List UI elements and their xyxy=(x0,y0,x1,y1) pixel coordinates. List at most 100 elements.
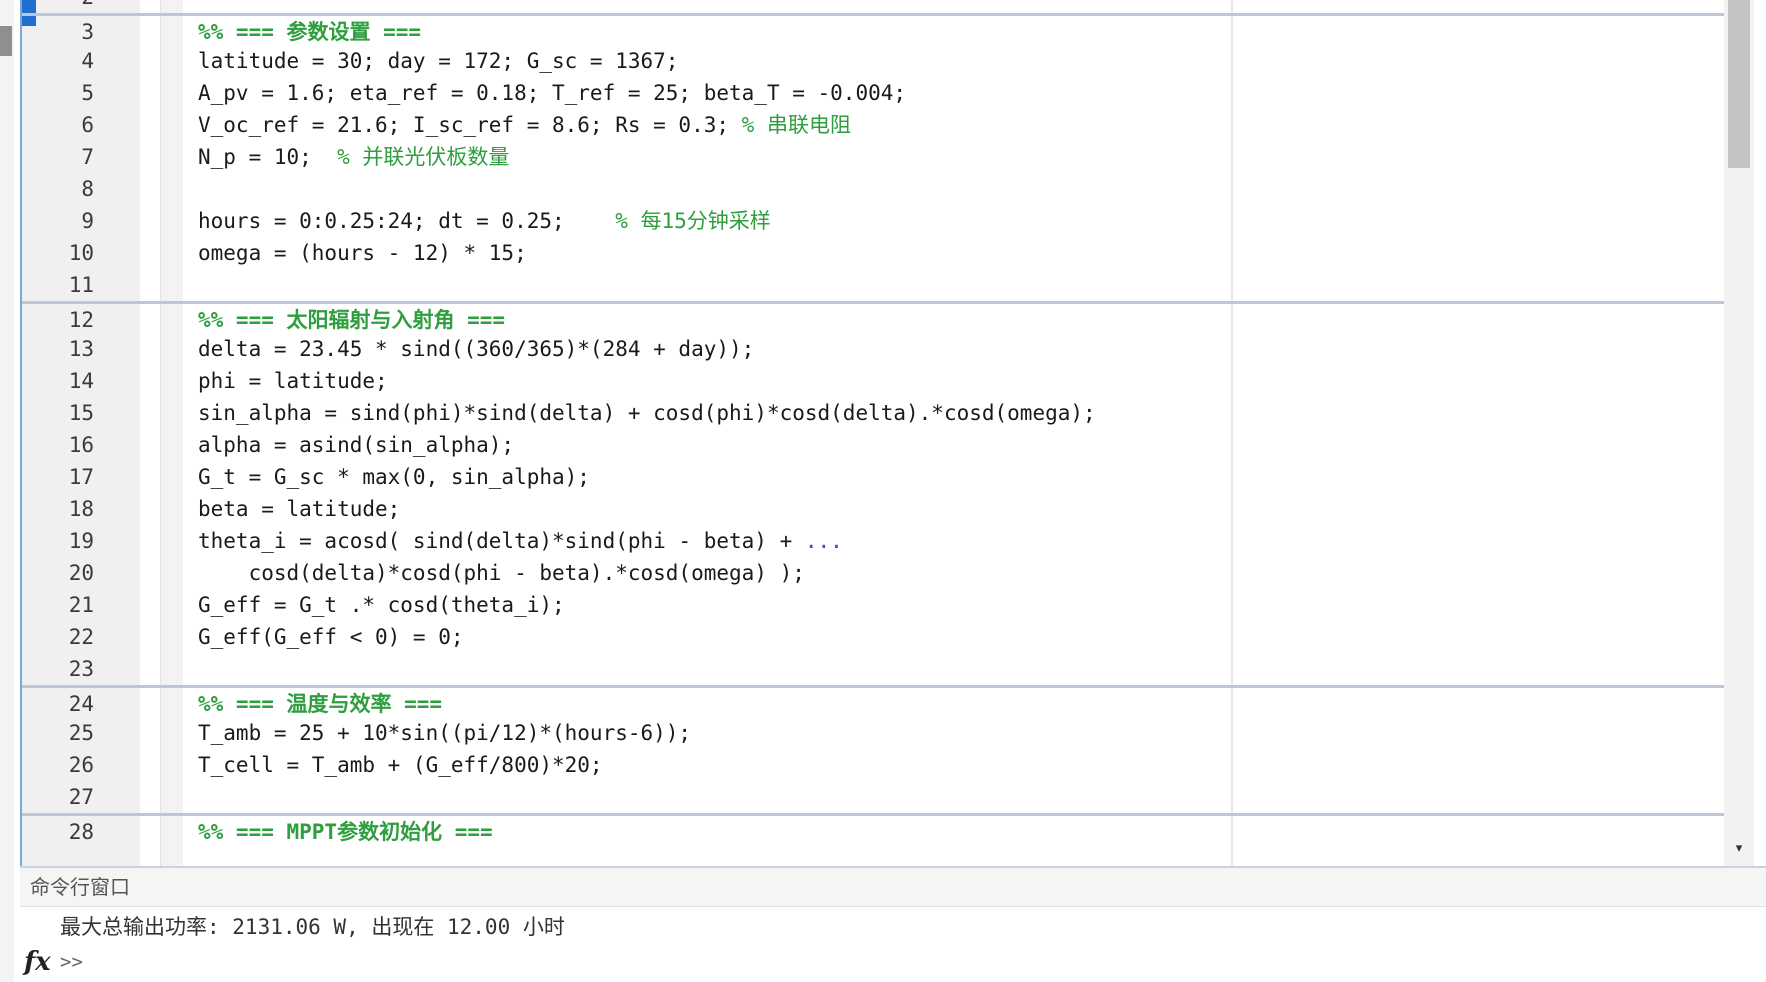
line-number[interactable]: 10 xyxy=(22,237,94,269)
line-number[interactable]: 18 xyxy=(22,493,94,525)
code-line[interactable]: 15 sin_alpha = sind(phi)*sind(delta) + co… xyxy=(22,397,1728,429)
line-code: theta_i = acosd( sind(delta)*sind(phi - … xyxy=(198,525,843,557)
code-comment: % 并联光伏板数量 xyxy=(337,145,510,169)
code-line[interactable]: 20 cosd(delta)*cosd(phi - beta).*cosd(om… xyxy=(22,557,1728,589)
code-line[interactable]: 8 xyxy=(22,173,1728,205)
code-line[interactable]: 16 alpha = asind(sin_alpha); xyxy=(22,429,1728,461)
code-text: cosd(delta)*cosd(phi - beta).*cosd(omega… xyxy=(198,561,805,585)
code-line[interactable]: 2 xyxy=(22,0,1728,13)
line-number[interactable]: 25 xyxy=(22,717,94,749)
fx-icon[interactable]: fx xyxy=(24,947,51,977)
line-code: cosd(delta)*cosd(phi - beta).*cosd(omega… xyxy=(198,557,805,589)
line-code: N_p = 10; % 并联光伏板数量 xyxy=(198,141,509,173)
code-text: alpha = asind(sin_alpha); xyxy=(198,433,515,457)
code-text: delta = 23.45 * sind((360/365)*(284 + da… xyxy=(198,337,755,361)
line-number[interactable]: 6 xyxy=(22,109,94,141)
line-code: G_t = G_sc * max(0, sin_alpha); xyxy=(198,461,590,493)
code-line[interactable]: 22 G_eff(G_eff < 0) = 0; xyxy=(22,621,1728,653)
line-number[interactable]: 2 xyxy=(22,0,94,13)
line-number[interactable]: 13 xyxy=(22,333,94,365)
code-line[interactable]: 18 beta = latitude; xyxy=(22,493,1728,525)
code-text: A_pv = 1.6; eta_ref = 0.18; T_ref = 25; … xyxy=(198,81,907,105)
code-comment: % 串联电阻 xyxy=(741,113,851,137)
line-number[interactable]: 28 xyxy=(22,816,94,848)
section-title: %% === MPPT参数初始化 === xyxy=(198,820,493,844)
code-editor[interactable]: 23%% === 参数设置 ===4latitude = 30; day = 1… xyxy=(20,0,1728,866)
code-text: hours = 0:0.25:24; dt = 0.25; xyxy=(198,209,616,233)
code-text: N_p = 10; xyxy=(198,145,338,169)
left-panel-edge xyxy=(0,0,14,982)
scroll-down-arrow-icon[interactable]: ▾ xyxy=(1731,840,1747,858)
code-line[interactable]: 14 phi = latitude; xyxy=(22,365,1728,397)
code-text: theta_i = acosd( sind(delta)*sind(phi - … xyxy=(198,529,805,553)
code-text: G_t = G_sc * max(0, sin_alpha); xyxy=(198,465,590,489)
code-text: beta = latitude; xyxy=(198,497,401,521)
code-line[interactable]: 19 theta_i = acosd( sind(delta)*sind(phi … xyxy=(22,525,1728,557)
section-title: %% === 太阳辐射与入射角 === xyxy=(198,308,506,332)
code-line[interactable]: 3 %% === 参数设置 === xyxy=(22,13,1728,45)
command-window-title: 命令行窗口 xyxy=(30,875,130,899)
panel-splitter-handle[interactable] xyxy=(0,26,12,56)
command-window[interactable]: 最大总输出功率: 2131.06 W, 出现在 12.00 小时 fx >> xyxy=(20,907,1766,982)
line-number[interactable]: 26 xyxy=(22,749,94,781)
line-number[interactable]: 23 xyxy=(22,653,94,685)
scrollbar-thumb[interactable] xyxy=(1728,0,1750,168)
line-number[interactable]: 21 xyxy=(22,589,94,621)
line-number[interactable]: 17 xyxy=(22,461,94,493)
code-line[interactable]: 21 G_eff = G_t .* cosd(theta_i); xyxy=(22,589,1728,621)
code-text: G_eff = G_t .* cosd(theta_i); xyxy=(198,593,565,617)
line-number[interactable]: 27 xyxy=(22,781,94,813)
code-line[interactable]: 4 latitude = 30; day = 172; G_sc = 1367; xyxy=(22,45,1728,77)
line-code: delta = 23.45 * sind((360/365)*(284 + da… xyxy=(198,333,754,365)
line-number[interactable]: 5 xyxy=(22,77,94,109)
line-number[interactable]: 4 xyxy=(22,45,94,77)
code-text: omega = (hours - 12) * 15; xyxy=(198,241,527,265)
command-window-header: 命令行窗口 xyxy=(20,868,1766,907)
code-lines: 23%% === 参数设置 ===4latitude = 30; day = 1… xyxy=(22,0,1728,845)
editor-vertical-scrollbar[interactable]: ▾ xyxy=(1724,0,1754,866)
code-line[interactable]: 27 xyxy=(22,781,1728,813)
command-prompt[interactable]: >> xyxy=(60,951,83,973)
line-code: %% === 温度与效率 === xyxy=(198,688,442,720)
code-text: T_amb = 25 + 10*sin((pi/12)*(hours-6)); xyxy=(198,721,692,745)
line-code: T_amb = 25 + 10*sin((pi/12)*(hours-6)); xyxy=(198,717,691,749)
line-number[interactable]: 14 xyxy=(22,365,94,397)
code-line[interactable]: 13 delta = 23.45 * sind((360/365)*(284 + … xyxy=(22,333,1728,365)
code-line[interactable]: 17 G_t = G_sc * max(0, sin_alpha); xyxy=(22,461,1728,493)
code-line[interactable]: 11 xyxy=(22,269,1728,301)
line-number[interactable]: 12 xyxy=(22,304,94,336)
code-line[interactable]: 12 %% === 太阳辐射与入射角 === xyxy=(22,301,1728,333)
line-number[interactable]: 20 xyxy=(22,557,94,589)
code-line[interactable]: 6 V_oc_ref = 21.6; I_sc_ref = 8.6; Rs = 0… xyxy=(22,109,1728,141)
line-code: A_pv = 1.6; eta_ref = 0.18; T_ref = 25; … xyxy=(198,77,906,109)
code-text: sin_alpha = sind(phi)*sind(delta) + cosd… xyxy=(198,401,1096,425)
code-line[interactable]: 5 A_pv = 1.6; eta_ref = 0.18; T_ref = 25;… xyxy=(22,77,1728,109)
line-code: T_cell = T_amb + (G_eff/800)*20; xyxy=(198,749,603,781)
line-number[interactable]: 16 xyxy=(22,429,94,461)
line-code: G_eff(G_eff < 0) = 0; xyxy=(198,621,464,653)
line-number[interactable]: 22 xyxy=(22,621,94,653)
line-number[interactable]: 11 xyxy=(22,269,94,301)
code-line[interactable]: 25 T_amb = 25 + 10*sin((pi/12)*(hours-6))… xyxy=(22,717,1728,749)
line-number[interactable]: 7 xyxy=(22,141,94,173)
code-text: V_oc_ref = 21.6; I_sc_ref = 8.6; Rs = 0.… xyxy=(198,113,742,137)
line-number[interactable]: 3 xyxy=(22,16,94,48)
code-line[interactable]: 23 xyxy=(22,653,1728,685)
line-number[interactable]: 8 xyxy=(22,173,94,205)
line-code: latitude = 30; day = 172; G_sc = 1367; xyxy=(198,45,678,77)
line-continuation: ... xyxy=(804,529,843,553)
code-line[interactable]: 7 N_p = 10; % 并联光伏板数量 xyxy=(22,141,1728,173)
code-line[interactable]: 28 %% === MPPT参数初始化 === xyxy=(22,813,1728,845)
line-code: %% === 太阳辐射与入射角 === xyxy=(198,304,505,336)
code-line[interactable]: 24 %% === 温度与效率 === xyxy=(22,685,1728,717)
line-code: %% === 参数设置 === xyxy=(198,16,421,48)
line-number[interactable]: 15 xyxy=(22,397,94,429)
line-number[interactable]: 24 xyxy=(22,688,94,720)
code-line[interactable]: 10 omega = (hours - 12) * 15; xyxy=(22,237,1728,269)
code-line[interactable]: 26 T_cell = T_amb + (G_eff/800)*20; xyxy=(22,749,1728,781)
line-number[interactable]: 9 xyxy=(22,205,94,237)
code-text: G_eff(G_eff < 0) = 0; xyxy=(198,625,464,649)
line-code: beta = latitude; xyxy=(198,493,400,525)
code-line[interactable]: 9 hours = 0:0.25:24; dt = 0.25; % 每15分钟采样 xyxy=(22,205,1728,237)
line-number[interactable]: 19 xyxy=(22,525,94,557)
